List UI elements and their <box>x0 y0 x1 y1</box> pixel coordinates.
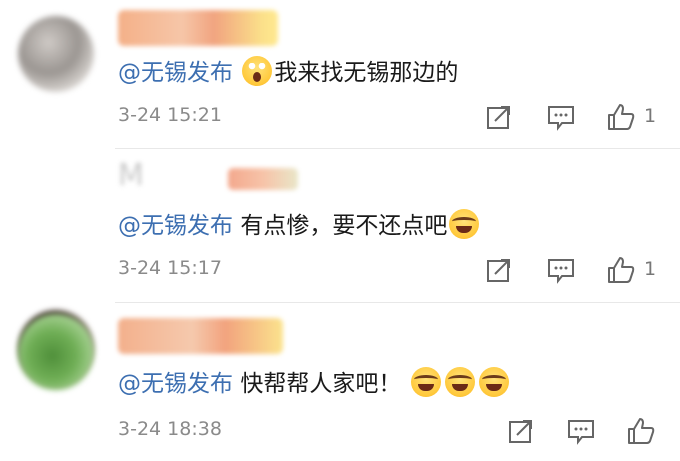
laugh-cry-emoji-icon <box>444 367 475 397</box>
username-blurred[interactable] <box>118 318 283 354</box>
comment-text: @无锡发布 快帮帮人家吧！ <box>118 367 511 401</box>
laugh-cry-emoji-icon <box>410 367 441 397</box>
avatar[interactable] <box>18 16 94 92</box>
astonished-emoji-icon <box>242 56 273 86</box>
comment-icon[interactable] <box>546 255 576 285</box>
share-icon[interactable] <box>484 255 514 285</box>
comment-body: 快帮帮人家吧！ <box>240 371 402 397</box>
avatar[interactable] <box>18 314 94 390</box>
like-icon[interactable] <box>606 102 636 132</box>
action-bar: 1 <box>0 255 680 285</box>
comment-body: 有点惨，要不还点吧 <box>240 213 448 239</box>
share-icon[interactable] <box>484 102 514 132</box>
like-icon[interactable] <box>626 416 656 446</box>
comment-icon[interactable] <box>566 416 596 446</box>
username-blurred[interactable]: M <box>118 158 298 194</box>
comment-body: 我来找无锡那边的 <box>274 60 459 86</box>
comment-text: @无锡发布 我来找无锡那边的 <box>118 56 458 90</box>
username-blurred[interactable] <box>118 10 278 46</box>
comment-text: @无锡发布 有点惨，要不还点吧 <box>118 209 481 243</box>
like-count: 1 <box>644 258 657 280</box>
divider <box>115 302 680 303</box>
share-icon[interactable] <box>506 416 536 446</box>
action-bar: 1 <box>0 102 680 132</box>
divider <box>115 148 680 149</box>
comment-icon[interactable] <box>546 102 576 132</box>
like-icon[interactable] <box>606 255 636 285</box>
laugh-cry-emoji-icon <box>478 367 509 397</box>
mention-link[interactable]: @无锡发布 <box>118 213 233 239</box>
mention-link[interactable]: @无锡发布 <box>118 371 233 397</box>
username-partial: M <box>118 158 146 193</box>
action-bar <box>0 416 680 446</box>
mention-link[interactable]: @无锡发布 <box>118 60 233 86</box>
laugh-cry-emoji-icon <box>449 209 480 239</box>
like-count: 1 <box>644 105 657 127</box>
